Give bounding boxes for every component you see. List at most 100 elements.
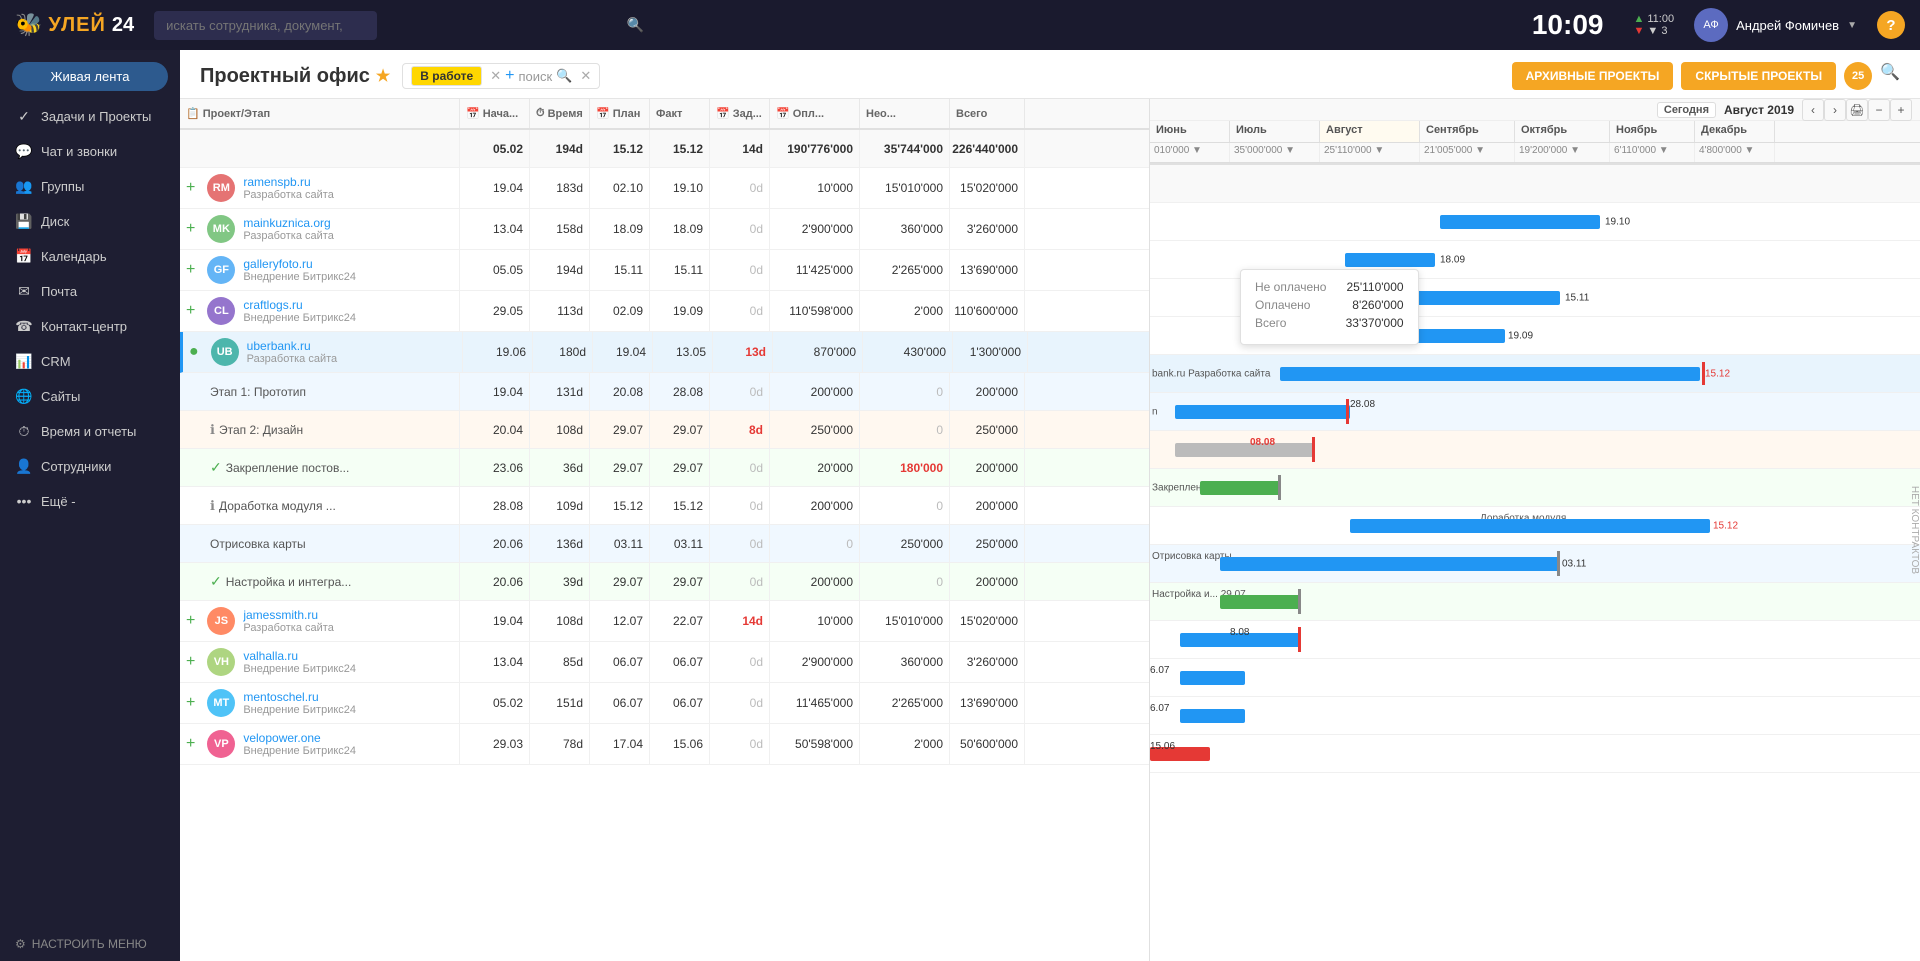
sidebar-item-crm[interactable]: 📊 CRM <box>0 344 180 379</box>
tooltip-total-val: 33'370'000 <box>1346 316 1404 330</box>
help-button[interactable]: ? <box>1877 11 1905 39</box>
gantt-row: Отрисовка карты 03.11 <box>1150 545 1920 583</box>
today-label[interactable]: Сегодня <box>1657 102 1716 118</box>
expand-icon[interactable]: + <box>186 612 195 630</box>
contact-icon: ☎ <box>15 318 33 335</box>
expand-icon[interactable]: + <box>186 179 195 197</box>
gantt-zoom-in-button[interactable]: + <box>1890 99 1912 121</box>
logo-bee-icon: 🐝 <box>15 12 42 38</box>
summary-tasks: 14d <box>742 142 763 156</box>
filter-search-label[interactable]: поиск <box>518 69 552 84</box>
sidebar-item-disk[interactable]: 💾 Диск <box>0 204 180 239</box>
td-fact: 15.11 <box>650 250 710 290</box>
table-row: + VH valhalla.ru Внедрение Битрикс24 13.… <box>180 642 1149 683</box>
avatar-initials: VP <box>214 738 229 750</box>
live-feed-button[interactable]: Живая лента <box>12 62 168 91</box>
sidebar-item-groups[interactable]: 👥 Группы <box>0 169 180 204</box>
settings-menu[interactable]: ⚙ НАСТРОИТЬ МЕНЮ <box>0 927 180 961</box>
hidden-projects-button[interactable]: СКРЫТЫЕ ПРОЕКТЫ <box>1681 62 1836 90</box>
td-tasks: 0d <box>710 487 770 524</box>
expand-icon[interactable]: + <box>186 653 195 671</box>
td-tasks: 0d <box>710 168 770 208</box>
archive-projects-button[interactable]: АРХИВНЫЕ ПРОЕКТЫ <box>1512 62 1674 90</box>
project-link[interactable]: craftlogs.ru <box>243 298 302 312</box>
sidebar-item-chat[interactable]: 💬 Чат и звонки <box>0 134 180 169</box>
td-time: 113d <box>530 291 590 331</box>
gantt-bar-label: 18.09 <box>1440 254 1465 265</box>
logo-version: 24 <box>112 14 134 37</box>
favorite-icon[interactable]: ★ <box>376 66 390 86</box>
project-link[interactable]: mentoschel.ru <box>243 690 318 704</box>
td-total: 3'260'000 <box>950 209 1025 249</box>
gantt-print-button[interactable]: 🖨 <box>1846 99 1868 121</box>
project-subtitle: Разработка сайта <box>243 622 333 634</box>
filter-plus-icon[interactable]: + <box>505 67 514 85</box>
project-info: ramenspb.ru Разработка сайта <box>243 175 333 201</box>
project-link[interactable]: jamessmith.ru <box>243 608 318 622</box>
project-info: craftlogs.ru Внедрение Битрикс24 <box>243 298 356 324</box>
gantt-flag <box>1346 399 1349 425</box>
td-project-name: + RM ramenspb.ru Разработка сайта <box>180 168 460 208</box>
sidebar-item-contact-center[interactable]: ☎ Контакт-центр <box>0 309 180 344</box>
gantt-bar <box>1180 671 1245 685</box>
gantt-month-sep: Сентябрь <box>1420 121 1515 142</box>
th-total-label: Всего <box>956 108 987 120</box>
table-row: + JS jamessmith.ru Разработка сайта 19.0… <box>180 601 1149 642</box>
summary-total: 226'440'000 <box>952 142 1018 156</box>
td-paid: 50'598'000 <box>770 724 860 764</box>
gantt-flag-label: 08.08 <box>1250 437 1275 448</box>
gantt-flag <box>1312 437 1315 463</box>
filter-search-icon[interactable]: 🔍 <box>556 68 572 84</box>
sidebar-item-mail[interactable]: ✉ Почта <box>0 274 180 309</box>
td-plan: 17.04 <box>590 724 650 764</box>
gantt-next-button[interactable]: › <box>1824 99 1846 121</box>
project-link[interactable]: velopower.one <box>243 731 320 745</box>
notif-down-icon: ▼ <box>1633 25 1644 37</box>
sidebar-item-sites[interactable]: 🌐 Сайты <box>0 379 180 414</box>
gantt-rows: Не оплачено 25'110'000 Оплачено 8'260'00… <box>1150 165 1920 961</box>
main-layout: Живая лента ✓ Задачи и Проекты 💬 Чат и з… <box>0 50 1920 961</box>
td-plan: 18.09 <box>590 209 650 249</box>
info-icon: ℹ <box>210 422 215 438</box>
table-row: Этап 1: Прототип 19.04 131d 20.08 28.08 … <box>180 373 1149 411</box>
header-notification-badge[interactable]: 25 <box>1844 62 1872 90</box>
project-link[interactable]: ramenspb.ru <box>243 175 310 189</box>
sidebar-item-tasks[interactable]: ✓ Задачи и Проекты <box>0 99 180 134</box>
mail-icon: ✉ <box>15 283 33 300</box>
filter-close-icon[interactable]: ✕ <box>580 68 591 84</box>
expand-icon[interactable]: + <box>186 694 195 712</box>
gantt-bar-label: 15.06 <box>1150 741 1175 752</box>
tooltip-total-label: Всего <box>1255 316 1286 330</box>
gantt-zoom-out-button[interactable]: − <box>1868 99 1890 121</box>
td-unpaid: 35'744'000 <box>860 130 950 167</box>
expand-icon[interactable]: + <box>186 220 195 238</box>
tooltip-unpaid-label: Не оплачено <box>1255 280 1326 294</box>
sidebar-item-mail-label: Почта <box>41 284 77 299</box>
expand-icon[interactable]: + <box>186 261 195 279</box>
gantt-months: Июнь Июль Август Сентябрь Октябрь Ноябрь… <box>1150 121 1920 143</box>
filter-tag-working[interactable]: В работе <box>411 66 482 86</box>
content-search-icon[interactable]: 🔍 <box>1880 62 1900 90</box>
project-link[interactable]: uberbank.ru <box>247 339 311 353</box>
project-link[interactable]: valhalla.ru <box>243 649 298 663</box>
sidebar-item-employees[interactable]: 👤 Сотрудники <box>0 449 180 484</box>
expand-icon[interactable]: + <box>186 735 195 753</box>
expand-icon[interactable]: + <box>186 302 195 320</box>
project-link[interactable]: mainkuznica.org <box>243 216 330 230</box>
sidebar-item-more[interactable]: ••• Ещё - <box>0 484 180 518</box>
sidebar-item-calendar[interactable]: 📅 Календарь <box>0 239 180 274</box>
project-link[interactable]: galleryfoto.ru <box>243 257 312 271</box>
gantt-prev-button[interactable]: ‹ <box>1802 99 1824 121</box>
search-input[interactable] <box>154 11 377 40</box>
th-paid: 📅 Опл... <box>770 99 860 128</box>
gantt-row-label: n <box>1152 406 1158 417</box>
collapse-icon[interactable]: ● <box>189 343 199 361</box>
gantt-deadline-line <box>1702 362 1705 384</box>
user-menu[interactable]: АФ Андрей Фомичев ▼ <box>1694 8 1857 42</box>
gantt-bar <box>1415 291 1560 305</box>
table-row: + CL craftlogs.ru Внедрение Битрикс24 29… <box>180 291 1149 332</box>
sidebar-item-calendar-label: Календарь <box>41 249 107 264</box>
td-total: 15'020'000 <box>950 601 1025 641</box>
sidebar-item-time[interactable]: ⏱ Время и отчеты <box>0 414 180 449</box>
filter-remove-icon[interactable]: ✕ <box>490 68 501 84</box>
